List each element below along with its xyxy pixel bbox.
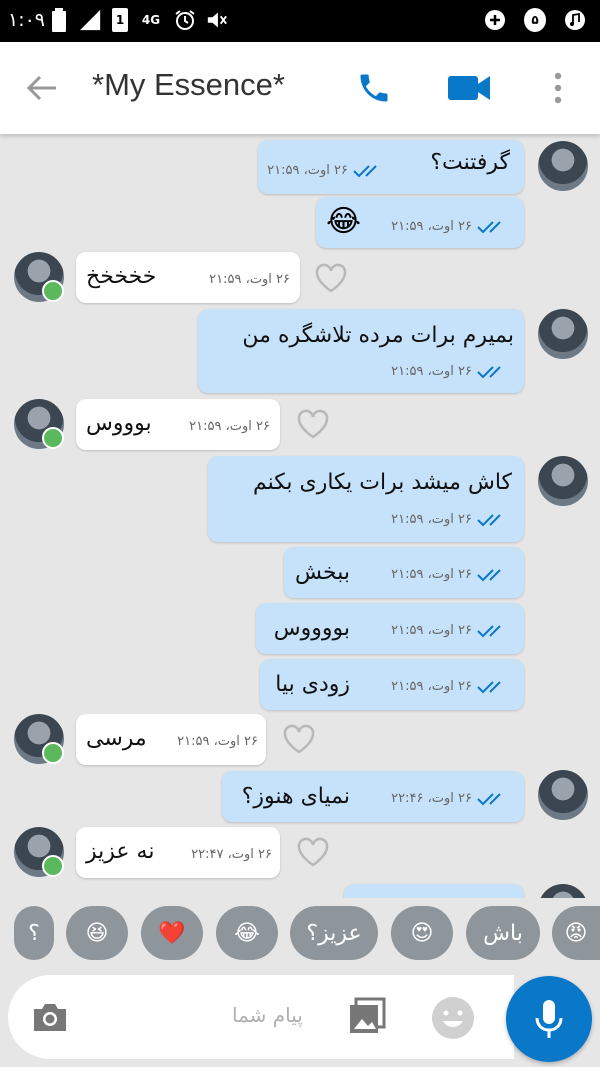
emoji-picker-icon[interactable] bbox=[430, 995, 476, 1041]
online-badge bbox=[42, 855, 64, 877]
message-time: ۲۶ اوت، ۲۱:۵۹ bbox=[391, 512, 472, 527]
message-outgoing[interactable]: زودی بیا ۲۶ اوت، ۲۱:۵۹ bbox=[260, 659, 524, 710]
message-incoming[interactable]: نه عزیز ۲۶ اوت، ۲۲:۴۷ bbox=[76, 827, 280, 878]
chat-title[interactable]: *My Essence* bbox=[92, 67, 285, 103]
microphone-icon bbox=[535, 1000, 563, 1038]
message-outgoing[interactable]: کاش میشد برات یکاری بکنم ۲۶ اوت، ۲۱:۵۹ bbox=[208, 456, 524, 542]
message-input[interactable]: پیام شما bbox=[232, 1003, 303, 1027]
double-check-icon bbox=[477, 624, 501, 637]
mute-icon bbox=[206, 8, 228, 32]
quick-reply-chip[interactable]: عزیز؟ bbox=[290, 906, 378, 960]
signal-icon bbox=[80, 8, 102, 32]
online-badge bbox=[42, 280, 64, 302]
gallery-icon[interactable] bbox=[346, 995, 388, 1037]
message-outgoing[interactable]: نمیای هنوز؟ ۲۶ اوت، ۲۲:۴۶ bbox=[222, 771, 524, 822]
message-incoming[interactable]: خخخخخ ۲۶ اوت، ۲۱:۵۹ bbox=[76, 252, 300, 303]
message-time: ۲۶ اوت، ۲۱:۵۹ bbox=[391, 567, 472, 582]
emoji: 😂 bbox=[326, 204, 362, 239]
double-check-icon bbox=[477, 568, 501, 581]
quick-reply-bar: ؟ 😆 ❤️ 😂 عزیز؟ 😍 باش 😡 bbox=[0, 898, 600, 968]
battery-icon bbox=[48, 8, 70, 32]
avatar-self[interactable] bbox=[538, 770, 588, 820]
double-check-icon bbox=[477, 513, 501, 526]
message-time: ۲۶ اوت، ۲۲:۴۷ bbox=[191, 847, 272, 862]
quick-reply-chip[interactable]: 😂 bbox=[216, 906, 278, 960]
avatar-self[interactable] bbox=[538, 884, 588, 898]
status-bar: ۱:۰۹ 1 4G ۵ bbox=[0, 0, 600, 42]
avatar-self[interactable] bbox=[538, 141, 588, 191]
more-options-icon[interactable] bbox=[548, 70, 568, 106]
message-list[interactable]: گرفتنت؟ ۲۶ اوت، ۲۱:۵۹ 😂 ۲۶ اوت، ۲۱:۵۹ خخ… bbox=[0, 134, 600, 898]
data-saver-icon bbox=[484, 8, 506, 32]
notification-count-icon: ۵ bbox=[524, 8, 546, 32]
camera-icon[interactable] bbox=[30, 997, 70, 1037]
message-outgoing[interactable]: بمیرم برات مرده تلاشگره من ۲۶ اوت، ۲۱:۵۹ bbox=[198, 309, 524, 393]
message-incoming[interactable]: بوووس ۲۶ اوت، ۲۱:۵۹ bbox=[76, 399, 280, 450]
message-time: ۲۶ اوت، ۲۱:۵۹ bbox=[391, 679, 472, 694]
double-check-icon bbox=[477, 680, 501, 693]
message-outgoing[interactable]: بووووس ۲۶ اوت، ۲۱:۵۹ bbox=[256, 603, 524, 654]
message-outgoing[interactable]: ببخش ۲۶ اوت، ۲۱:۵۹ bbox=[284, 547, 524, 598]
microphone-button[interactable] bbox=[506, 976, 592, 1062]
message-time: ۲۶ اوت، ۲۲:۴۶ bbox=[391, 791, 472, 806]
status-time: ۱:۰۹ bbox=[8, 9, 46, 31]
message-time: ۲۶ اوت، ۲۱:۵۹ bbox=[391, 364, 472, 379]
status-icons-right: ۵ bbox=[484, 8, 586, 32]
alarm-icon bbox=[174, 8, 196, 32]
call-icon[interactable] bbox=[356, 70, 392, 106]
quick-reply-chip[interactable]: باش bbox=[466, 906, 540, 960]
quick-reply-chip[interactable]: ❤️ bbox=[141, 906, 203, 960]
back-arrow-icon[interactable] bbox=[24, 70, 60, 106]
message-time: ۲۶ اوت، ۲۱:۵۹ bbox=[391, 219, 472, 234]
heart-icon[interactable] bbox=[296, 408, 330, 440]
app-bar: *My Essence* bbox=[0, 42, 600, 134]
message-time: ۲۶ اوت، ۲۱:۵۹ bbox=[209, 272, 290, 287]
message-incoming[interactable]: مرسی ۲۶ اوت، ۲۱:۵۹ bbox=[76, 714, 266, 765]
quick-reply-chip[interactable]: 😡 bbox=[552, 906, 600, 960]
heart-icon[interactable] bbox=[282, 723, 316, 755]
status-icons-left: 1 4G bbox=[48, 8, 228, 32]
quick-reply-chip[interactable]: ؟ bbox=[14, 906, 54, 960]
message-composer: پیام شما bbox=[8, 975, 514, 1059]
music-icon bbox=[564, 8, 586, 32]
video-call-icon[interactable] bbox=[446, 72, 492, 104]
message-time: ۲۶ اوت، ۲۱:۵۹ bbox=[391, 623, 472, 638]
message-time: ۲۶ اوت، ۲۱:۵۹ bbox=[189, 419, 270, 434]
message-time: ۲۶ اوت، ۲۱:۵۹ bbox=[267, 163, 348, 178]
message-outgoing[interactable]: گرفتنت؟ ۲۶ اوت، ۲۱:۵۹ bbox=[258, 140, 524, 194]
message-time: ۲۶ اوت، ۲۱:۵۹ bbox=[177, 734, 258, 749]
network-type-icon: 4G bbox=[141, 13, 161, 27]
avatar-self[interactable] bbox=[538, 309, 588, 359]
sim-icon: 1 bbox=[112, 8, 128, 32]
heart-icon[interactable] bbox=[314, 262, 348, 294]
double-check-icon bbox=[477, 220, 501, 233]
message-outgoing[interactable]: 😂 ۲۶ اوت، ۲۱:۵۹ bbox=[316, 197, 524, 248]
message-outgoing[interactable] bbox=[344, 884, 524, 898]
avatar-self[interactable] bbox=[538, 456, 588, 506]
quick-reply-chip[interactable]: 😍 bbox=[391, 906, 453, 960]
double-check-icon bbox=[477, 365, 501, 378]
online-badge bbox=[42, 427, 64, 449]
online-badge bbox=[42, 742, 64, 764]
double-check-icon bbox=[477, 792, 501, 805]
quick-reply-chip[interactable]: 😆 bbox=[66, 906, 128, 960]
double-check-icon bbox=[353, 164, 377, 177]
heart-icon[interactable] bbox=[296, 836, 330, 868]
